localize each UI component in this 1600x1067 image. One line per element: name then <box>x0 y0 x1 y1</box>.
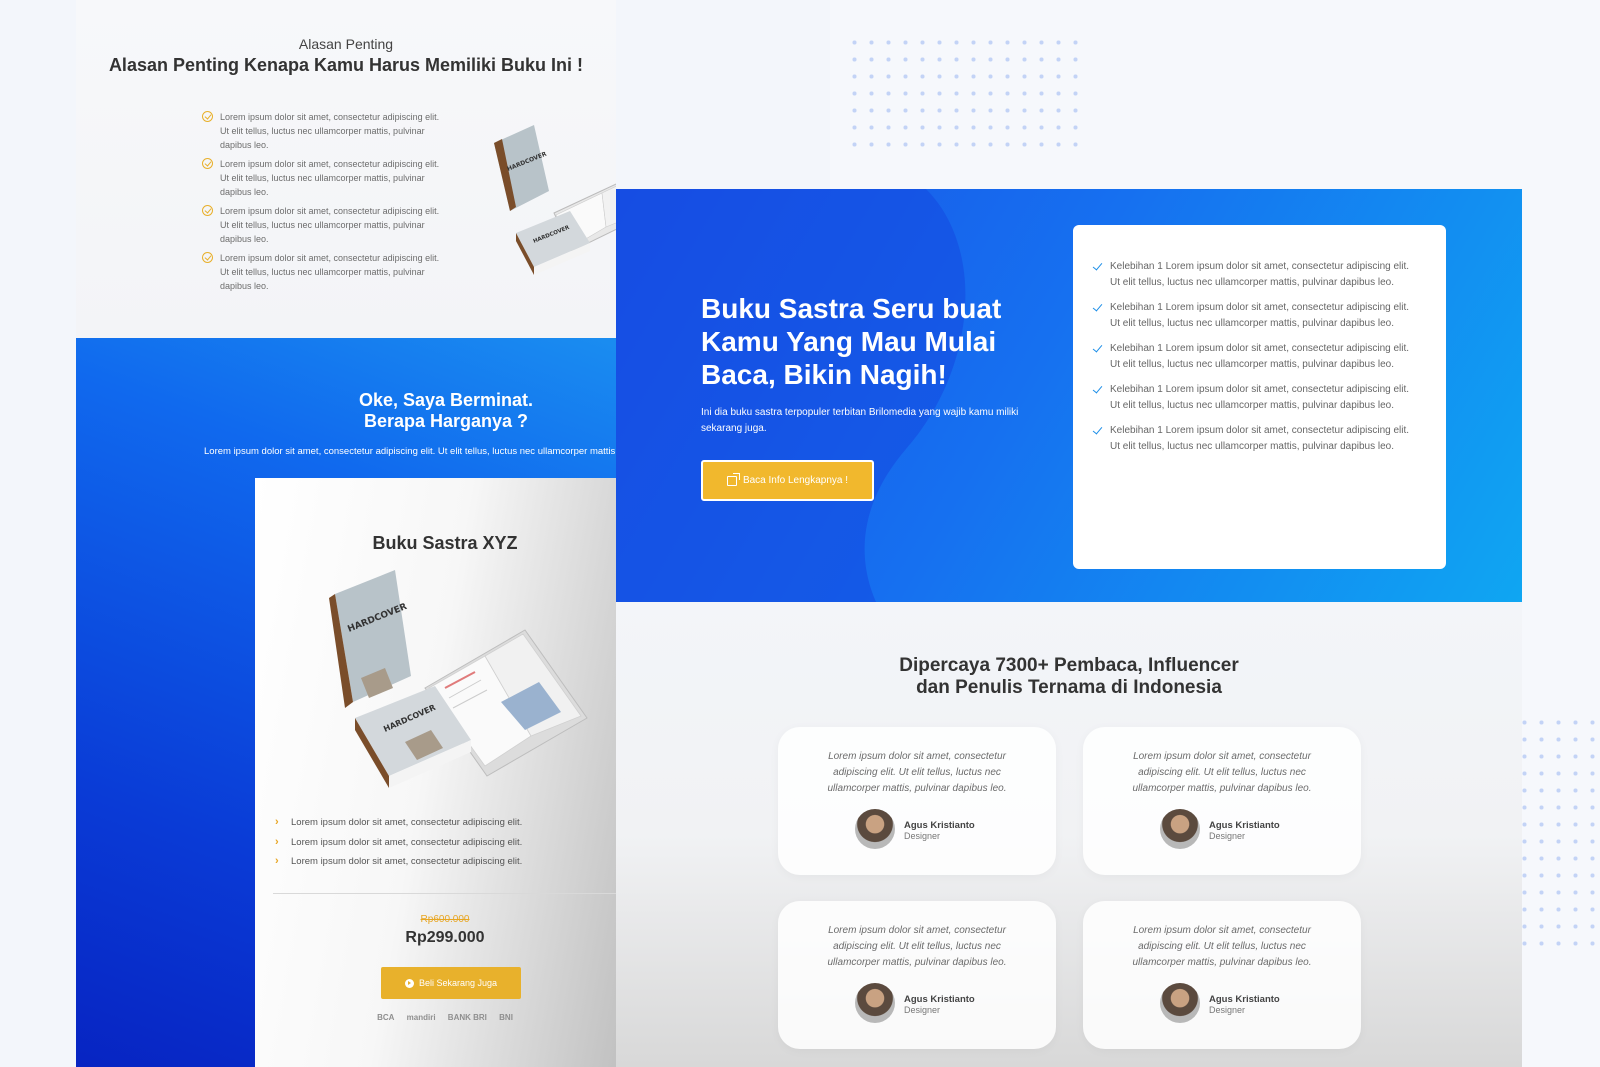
testimonial-author: Agus Kristianto Designer <box>904 820 975 841</box>
benefit-text: Kelebihan 1 Lorem ipsum dolor sit amet, … <box>1110 343 1410 370</box>
read-more-label: Baca Info Lengkapnya ! <box>742 475 849 486</box>
reason-item: Lorem ipsum dolor sit amet, consectetur … <box>202 204 442 246</box>
testimonial-author: Agus Kristianto Designer <box>1209 820 1280 841</box>
hero-text: Ini dia buku sastra terpopuler terbitan … <box>701 407 1019 434</box>
benefit-text: Kelebihan 1 Lorem ipsum dolor sit amet, … <box>1110 302 1410 329</box>
pricing-title: Oke, Saya Berminat. Berapa Harganya ? <box>76 390 616 432</box>
author-role: Designer <box>1209 831 1246 841</box>
check-icon <box>1092 301 1103 312</box>
testimonial-card: Lorem ipsum dolor sit amet, consectetur … <box>1083 727 1361 875</box>
testimonials-title-line2: dan Penulis Ternama di Indonesia <box>916 677 1222 698</box>
benefit-text: Kelebihan 1 Lorem ipsum dolor sit amet, … <box>1110 261 1410 288</box>
bank-logo-bni: BNI <box>499 1013 513 1022</box>
bank-logos: BCA mandiri BANK BRI BNI <box>255 1013 616 1022</box>
reasons-eyebrow: Alasan Penting <box>298 36 394 52</box>
check-circle-icon <box>202 158 213 169</box>
reason-item: Lorem ipsum dolor sit amet, consectetur … <box>202 157 442 199</box>
price-card: Buku Sastra XYZ HARDCOVER HARDCOVER › Lor… <box>255 478 616 1067</box>
author-name: Agus Kristianto <box>1209 820 1280 831</box>
reason-text: Lorem ipsum dolor sit amet, consectetur … <box>220 253 440 291</box>
bank-logo-mandiri: mandiri <box>406 1013 436 1022</box>
product-feature-text: Lorem ipsum dolor sit amet, consectetur … <box>291 836 523 848</box>
check-icon <box>1092 383 1103 394</box>
product-book-image: HARDCOVER HARDCOVER <box>329 570 588 788</box>
reasons-title: Alasan Penting Kenapa Kamu Harus Memilik… <box>108 55 584 75</box>
author-role: Designer <box>1209 1005 1246 1015</box>
chevron-right-icon: › <box>275 835 279 848</box>
author-role: Designer <box>904 831 941 841</box>
author-name: Agus Kristianto <box>1209 994 1280 1005</box>
external-link-icon <box>726 472 740 486</box>
reasons-section: Alasan Penting Alasan Penting Kenapa Kam… <box>76 0 616 338</box>
current-price: Rp299.000 <box>405 929 485 946</box>
avatar <box>1160 809 1200 849</box>
testimonial-card: Lorem ipsum dolor sit amet, consectetur … <box>778 727 1056 875</box>
testimonial-quote: Lorem ipsum dolor sit amet, consectetur … <box>1132 925 1312 968</box>
avatar <box>855 809 895 849</box>
pricing-title-line2: Berapa Harganya ? <box>363 411 529 431</box>
buy-now-button[interactable]: Beli Sekarang Juga <box>381 967 521 999</box>
product-feature-list: › Lorem ipsum dolor sit amet, consectetur… <box>273 813 522 872</box>
dot-pattern-right <box>1516 714 1600 954</box>
reasons-list: Lorem ipsum dolor sit amet, consectetur … <box>202 110 442 298</box>
testimonial-quote: Lorem ipsum dolor sit amet, consectetur … <box>827 925 1007 968</box>
testimonial-quote: Lorem ipsum dolor sit amet, consectetur … <box>1132 751 1312 794</box>
hero-title: Buku Sastra Seru buat Kamu Yang Mau Mula… <box>701 293 1002 390</box>
book-mockup-image: HARDCOVER HARDCOVER <box>494 125 616 275</box>
testimonial-card: Lorem ipsum dolor sit amet, consectetur … <box>1083 901 1361 1049</box>
product-feature-text: Lorem ipsum dolor sit amet, consectetur … <box>291 817 523 828</box>
author-name: Agus Kristianto <box>904 994 975 1005</box>
check-icon <box>1092 424 1103 435</box>
benefit-item: Kelebihan 1 Lorem ipsum dolor sit amet, … <box>1092 259 1418 291</box>
testimonials-title-line1: Dipercaya 7300+ Pembaca, Influencer <box>899 655 1239 676</box>
dot-pattern-top <box>846 34 1086 154</box>
testimonial-quote: Lorem ipsum dolor sit amet, consectetur … <box>827 751 1007 794</box>
reason-text: Lorem ipsum dolor sit amet, consectetur … <box>220 112 440 150</box>
pricing-subtitle: Lorem ipsum dolor sit amet, consectetur … <box>204 446 616 457</box>
check-circle-icon <box>202 205 213 216</box>
product-feature-item: › Lorem ipsum dolor sit amet, consectetur… <box>273 852 522 872</box>
price-divider <box>273 893 616 894</box>
testimonial-card: Lorem ipsum dolor sit amet, consectetur … <box>778 901 1056 1049</box>
benefit-text: Kelebihan 1 Lorem ipsum dolor sit amet, … <box>1110 425 1410 452</box>
author-name: Agus Kristianto <box>904 820 975 831</box>
check-icon <box>1092 342 1103 353</box>
testimonial-author: Agus Kristianto Designer <box>1209 994 1280 1015</box>
check-circle-icon <box>202 252 213 263</box>
avatar <box>1160 983 1200 1023</box>
benefit-item: Kelebihan 1 Lorem ipsum dolor sit amet, … <box>1092 382 1418 414</box>
bank-logo-bca: BCA <box>377 1013 395 1022</box>
chevron-right-icon: › <box>275 816 279 828</box>
product-title: Buku Sastra XYZ <box>372 533 518 553</box>
benefit-text: Kelebihan 1 Lorem ipsum dolor sit amet, … <box>1110 384 1410 411</box>
testimonials-title: Dipercaya 7300+ Pembaca, Influencer dan … <box>616 655 1522 699</box>
check-icon <box>1092 260 1103 271</box>
old-price: Rp600.000 <box>420 914 470 925</box>
benefit-item: Kelebihan 1 Lorem ipsum dolor sit amet, … <box>1092 341 1418 373</box>
reason-item: Lorem ipsum dolor sit amet, consectetur … <box>202 110 442 152</box>
pricing-section: Oke, Saya Berminat. Berapa Harganya ? Lo… <box>76 338 616 1067</box>
reason-text: Lorem ipsum dolor sit amet, consectetur … <box>220 206 440 244</box>
play-circle-icon <box>404 978 414 988</box>
benefit-item: Kelebihan 1 Lorem ipsum dolor sit amet, … <box>1092 300 1418 332</box>
bank-logo-bri: BANK BRI <box>447 1013 487 1022</box>
benefits-card: Kelebihan 1 Lorem ipsum dolor sit amet, … <box>1073 225 1446 569</box>
benefit-item: Kelebihan 1 Lorem ipsum dolor sit amet, … <box>1092 423 1418 455</box>
read-more-button[interactable]: Baca Info Lengkapnya ! <box>701 460 874 501</box>
product-feature-text: Lorem ipsum dolor sit amet, consectetur … <box>291 856 523 867</box>
benefits-list: Kelebihan 1 Lorem ipsum dolor sit amet, … <box>1092 259 1418 455</box>
product-feature-item: › Lorem ipsum dolor sit amet, consectetur… <box>273 833 522 853</box>
hero-section: Buku Sastra Seru buat Kamu Yang Mau Mula… <box>616 189 1522 602</box>
reason-text: Lorem ipsum dolor sit amet, consectetur … <box>220 159 440 197</box>
chevron-right-icon: › <box>275 855 279 867</box>
author-role: Designer <box>904 1005 941 1015</box>
buy-now-label: Beli Sekarang Juga <box>418 978 498 988</box>
avatar <box>855 983 895 1023</box>
testimonials-section: Dipercaya 7300+ Pembaca, Influencer dan … <box>616 602 1522 1067</box>
pricing-title-line1: Oke, Saya Berminat. <box>358 390 534 410</box>
check-circle-icon <box>202 111 213 122</box>
reason-item: Lorem ipsum dolor sit amet, consectetur … <box>202 251 442 293</box>
product-feature-item: › Lorem ipsum dolor sit amet, consectetur… <box>273 813 522 833</box>
testimonial-author: Agus Kristianto Designer <box>904 994 975 1015</box>
